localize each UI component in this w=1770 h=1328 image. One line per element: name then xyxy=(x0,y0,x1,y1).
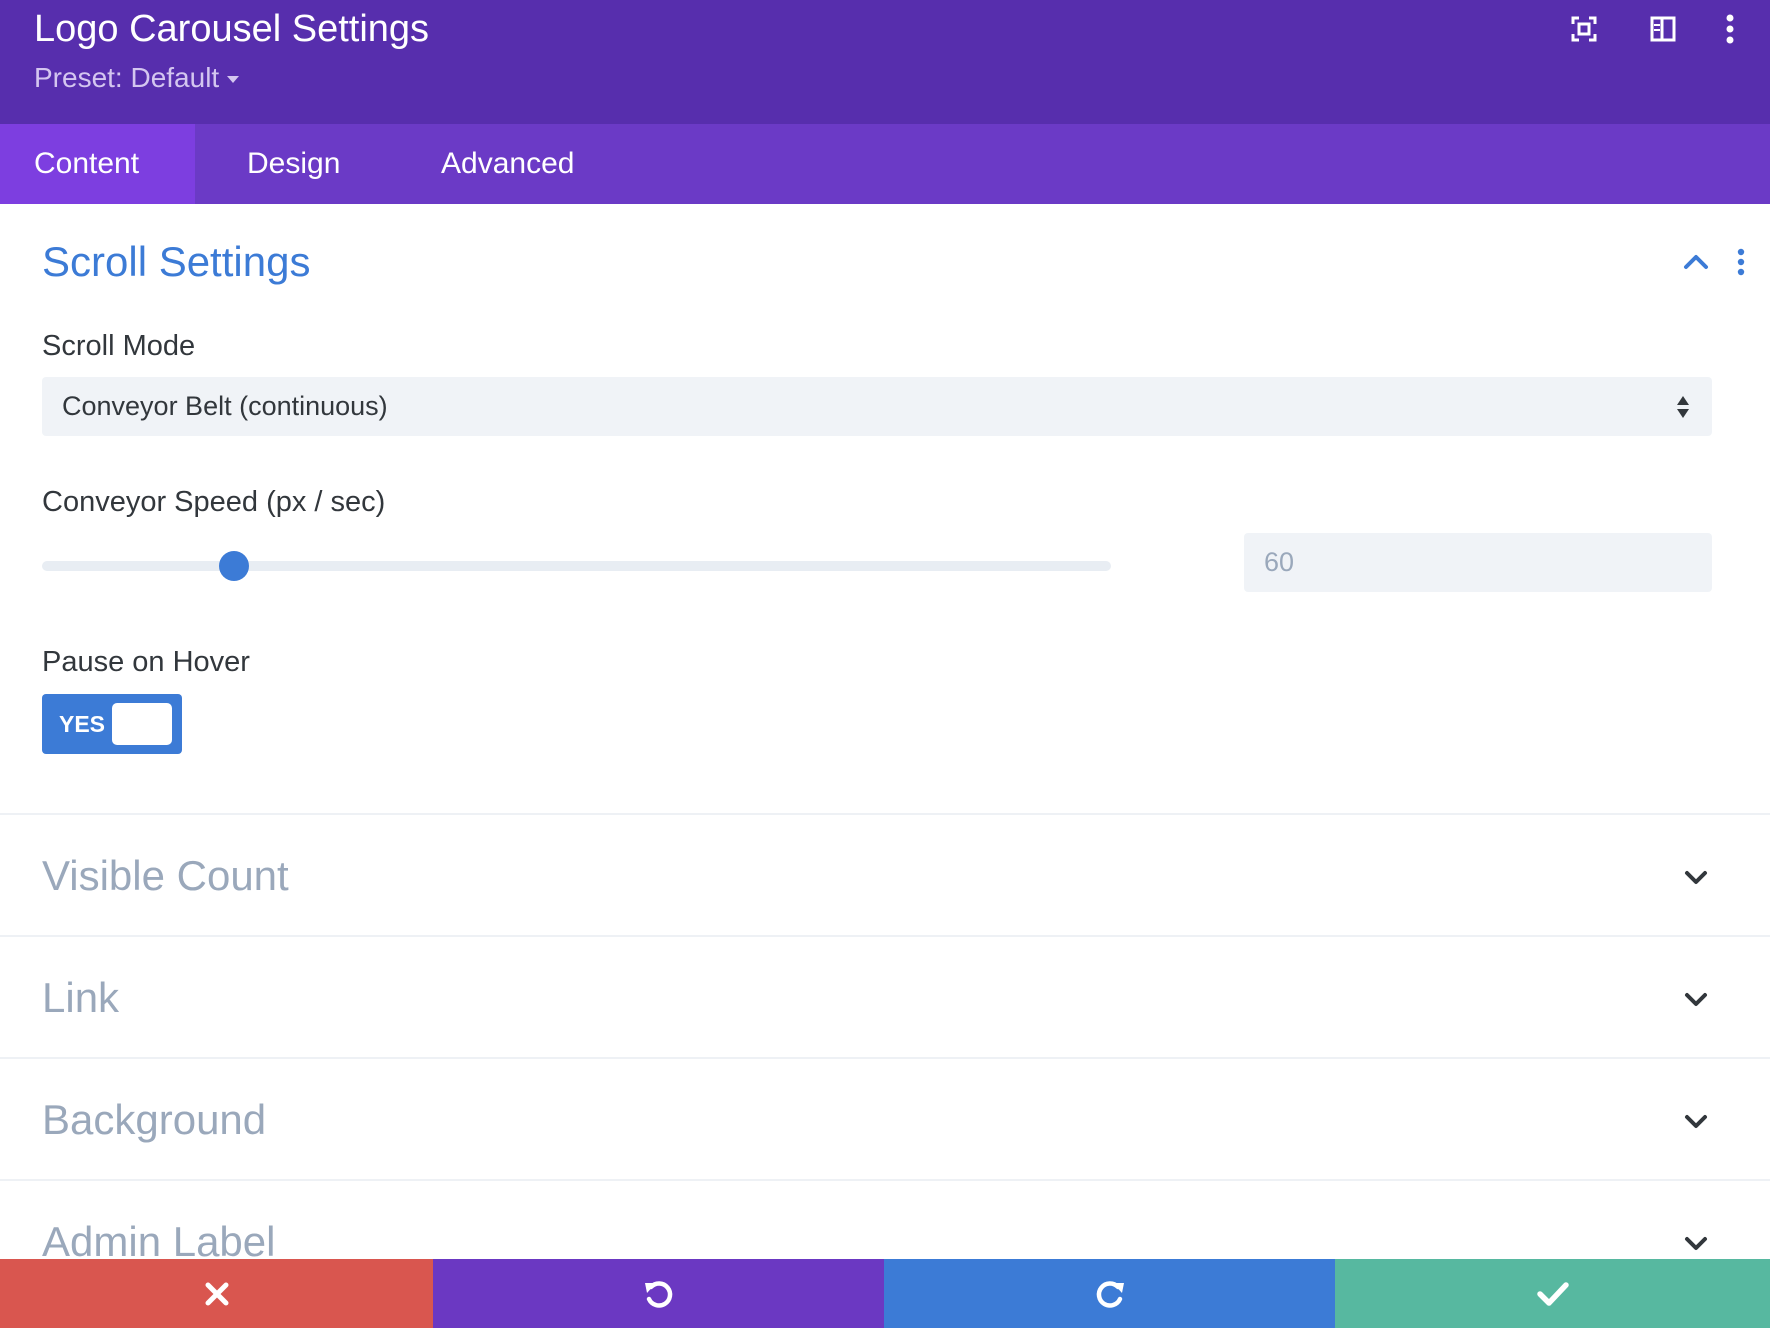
preset-dropdown[interactable]: Preset: Default xyxy=(34,60,240,96)
settings-panel: Logo Carousel Settings Preset: Default C… xyxy=(0,0,1770,1328)
tab-advanced[interactable]: Advanced xyxy=(441,124,574,204)
more-vertical-icon[interactable] xyxy=(1711,10,1749,48)
chevron-down-icon[interactable] xyxy=(1680,1105,1712,1137)
section-title-background[interactable]: Background xyxy=(42,1092,266,1148)
chevron-down-icon[interactable] xyxy=(1680,861,1712,893)
action-bar xyxy=(0,1259,1770,1328)
tab-content[interactable]: Content xyxy=(0,124,195,204)
undo-button[interactable] xyxy=(433,1259,884,1328)
panel-header: Logo Carousel Settings Preset: Default xyxy=(0,0,1770,124)
scroll-mode-value: Conveyor Belt (continuous) xyxy=(62,391,388,421)
check-icon xyxy=(1536,1281,1569,1306)
section-options-icon[interactable] xyxy=(1735,247,1747,277)
chevron-down-icon[interactable] xyxy=(1680,983,1712,1015)
conveyor-speed-label: Conveyor Speed (px / sec) xyxy=(42,486,386,518)
pause-on-hover-label: Pause on Hover xyxy=(42,646,250,678)
caret-down-icon xyxy=(227,76,240,84)
close-icon xyxy=(205,1282,228,1305)
undo-icon xyxy=(644,1280,672,1308)
panel-title: Logo Carousel Settings xyxy=(34,8,430,50)
save-button[interactable] xyxy=(1335,1259,1770,1328)
scroll-mode-label: Scroll Mode xyxy=(42,330,196,362)
split-view-icon[interactable] xyxy=(1644,10,1682,48)
scroll-mode-select[interactable]: Conveyor Belt (continuous) xyxy=(42,377,1712,436)
redo-button[interactable] xyxy=(884,1259,1335,1328)
tab-design[interactable]: Design xyxy=(247,124,340,204)
redo-icon xyxy=(1096,1280,1124,1308)
divider xyxy=(0,935,1770,937)
focus-icon[interactable] xyxy=(1565,10,1603,48)
chevron-down-icon[interactable] xyxy=(1680,1227,1712,1259)
divider xyxy=(0,1179,1770,1181)
cancel-button[interactable] xyxy=(0,1259,433,1328)
select-arrows-icon xyxy=(1677,396,1689,418)
chevron-up-icon[interactable] xyxy=(1680,246,1712,278)
section-title-visible-count[interactable]: Visible Count xyxy=(42,848,289,904)
conveyor-speed-slider[interactable] xyxy=(42,561,1111,571)
toggle-state-text: YES xyxy=(59,711,106,737)
pause-on-hover-toggle[interactable]: YES xyxy=(42,694,182,754)
preset-label: Preset: Default xyxy=(34,62,220,93)
conveyor-speed-input[interactable] xyxy=(1244,533,1712,592)
tab-bar: Content Design Advanced xyxy=(0,124,1770,204)
section-title-scroll-settings[interactable]: Scroll Settings xyxy=(42,234,310,290)
section-title-link[interactable]: Link xyxy=(42,970,119,1026)
divider xyxy=(0,813,1770,815)
slider-thumb[interactable] xyxy=(219,551,250,581)
toggle-knob xyxy=(112,703,172,745)
divider xyxy=(0,1057,1770,1059)
